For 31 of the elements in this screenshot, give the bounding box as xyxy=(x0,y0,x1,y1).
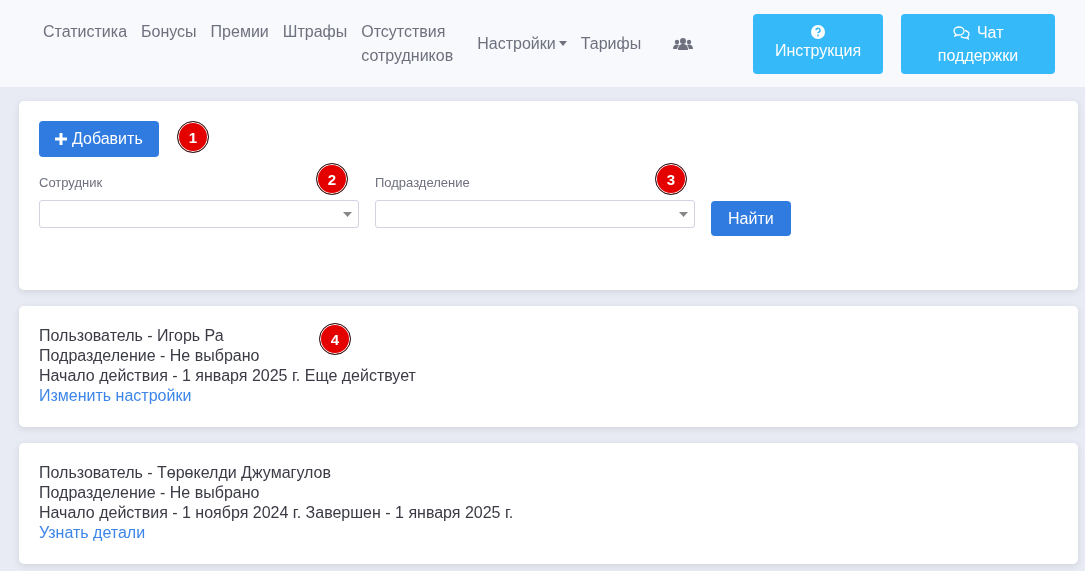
select-field[interactable] xyxy=(39,200,359,228)
nav-link[interactable]: Штрафы xyxy=(275,19,355,44)
nav-link[interactable]: Статистика xyxy=(36,19,135,44)
select-field[interactable] xyxy=(375,200,695,228)
caret-icon xyxy=(679,212,688,217)
chat-icon xyxy=(952,25,970,40)
help-icon xyxy=(811,25,825,39)
field-label: Сотрудник xyxy=(39,175,103,190)
find-button[interactable]: Найти xyxy=(711,201,791,236)
callout-badge: 3 xyxy=(655,163,687,195)
entry-text: Пользователь - Төрөкелди Джумагулов xyxy=(39,463,331,483)
nav-link[interactable]: Премии xyxy=(203,19,276,44)
caret-icon xyxy=(343,212,352,217)
field-label: Подразделение xyxy=(375,175,470,190)
entry-text: Подразделение - Не выбрано xyxy=(39,483,260,503)
callout-badge: 2 xyxy=(316,163,348,195)
nav-link[interactable]: Бонусы xyxy=(134,19,204,44)
nav-dropdown[interactable]: Настройки xyxy=(470,31,574,56)
entry-text: Подразделение - Не выбрано xyxy=(39,346,260,366)
entry-text: Начало действия - 1 января 2025 г. Еще действует xyxy=(39,366,416,386)
nav-link[interactable]: Тарифы xyxy=(573,31,649,56)
entry-link[interactable]: Изменить настройки xyxy=(39,386,192,406)
entry-text: Начало действия - 1 ноября 2024 г. Завершен - 1 января 2025 г. xyxy=(39,503,514,523)
plus-icon xyxy=(55,133,67,145)
add-button[interactable]: Добавить xyxy=(39,121,159,157)
entry-link[interactable]: Узнать детали xyxy=(39,523,146,543)
nav-link[interactable]: Отсутствия сотрудников xyxy=(354,19,471,68)
entry-text: Пользователь - Игорь Ра xyxy=(39,326,224,346)
callout-badge: 1 xyxy=(177,121,209,153)
caret-icon xyxy=(558,41,567,46)
callout-badge: 4 xyxy=(319,323,351,355)
